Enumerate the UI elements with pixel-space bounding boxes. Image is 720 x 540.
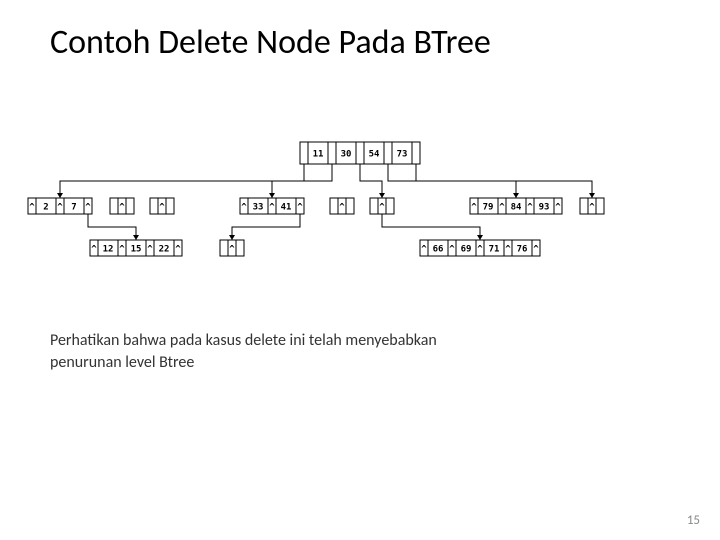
svg-text:^: ^ (555, 203, 561, 213)
svg-text:11: 11 (313, 150, 324, 160)
btree-diagram: 11 30 54 73 ^ 2 ^ 7 ^ ^ ^ ^ 33 ^ 41 ^ ^ ^ ^ 79 ^ 84 ^ 93 ^ ^ ^ 12 ^ 1… (20, 140, 700, 310)
svg-text:^: ^ (147, 245, 153, 255)
svg-text:^: ^ (533, 245, 539, 255)
svg-text:^: ^ (175, 245, 181, 255)
svg-text:2: 2 (43, 203, 48, 213)
svg-text:71: 71 (489, 245, 500, 255)
svg-text:^: ^ (229, 245, 235, 255)
svg-text:^: ^ (119, 245, 125, 255)
svg-text:^: ^ (57, 203, 63, 213)
note-line-1: Perhatikan bahwa pada kasus delete ini t… (50, 331, 437, 350)
svg-text:^: ^ (477, 245, 483, 255)
svg-text:12: 12 (103, 245, 114, 255)
svg-text:^: ^ (505, 245, 511, 255)
svg-text:84: 84 (511, 203, 522, 213)
svg-text:^: ^ (29, 203, 35, 213)
svg-text:76: 76 (517, 245, 528, 255)
svg-text:^: ^ (527, 203, 533, 213)
svg-text:^: ^ (159, 203, 165, 213)
svg-text:69: 69 (461, 245, 472, 255)
svg-text:79: 79 (483, 203, 494, 213)
svg-text:^: ^ (91, 245, 97, 255)
svg-text:22: 22 (159, 245, 170, 255)
svg-text:^: ^ (421, 245, 427, 255)
svg-text:30: 30 (341, 150, 352, 160)
svg-text:^: ^ (85, 203, 91, 213)
svg-text:41: 41 (281, 203, 292, 213)
svg-text:7: 7 (71, 203, 76, 213)
svg-text:73: 73 (397, 150, 408, 160)
slide-note: Perhatikan bahwa pada kasus delete ini t… (50, 330, 650, 373)
svg-text:^: ^ (499, 203, 505, 213)
svg-text:^: ^ (297, 203, 303, 213)
svg-text:93: 93 (539, 203, 550, 213)
svg-text:^: ^ (449, 245, 455, 255)
svg-text:^: ^ (339, 203, 345, 213)
svg-text:^: ^ (379, 203, 385, 213)
svg-text:^: ^ (471, 203, 477, 213)
svg-text:^: ^ (119, 203, 125, 213)
slide-title: Contoh Delete Node Pada BTree (50, 22, 491, 63)
svg-text:^: ^ (269, 203, 275, 213)
page-number: 15 (687, 513, 700, 528)
svg-text:54: 54 (369, 150, 380, 160)
svg-text:66: 66 (433, 245, 444, 255)
svg-text:33: 33 (253, 203, 264, 213)
svg-text:^: ^ (241, 203, 247, 213)
note-line-2: penurunan level Btree (50, 353, 194, 372)
svg-text:^: ^ (589, 203, 595, 213)
svg-text:15: 15 (131, 245, 142, 255)
